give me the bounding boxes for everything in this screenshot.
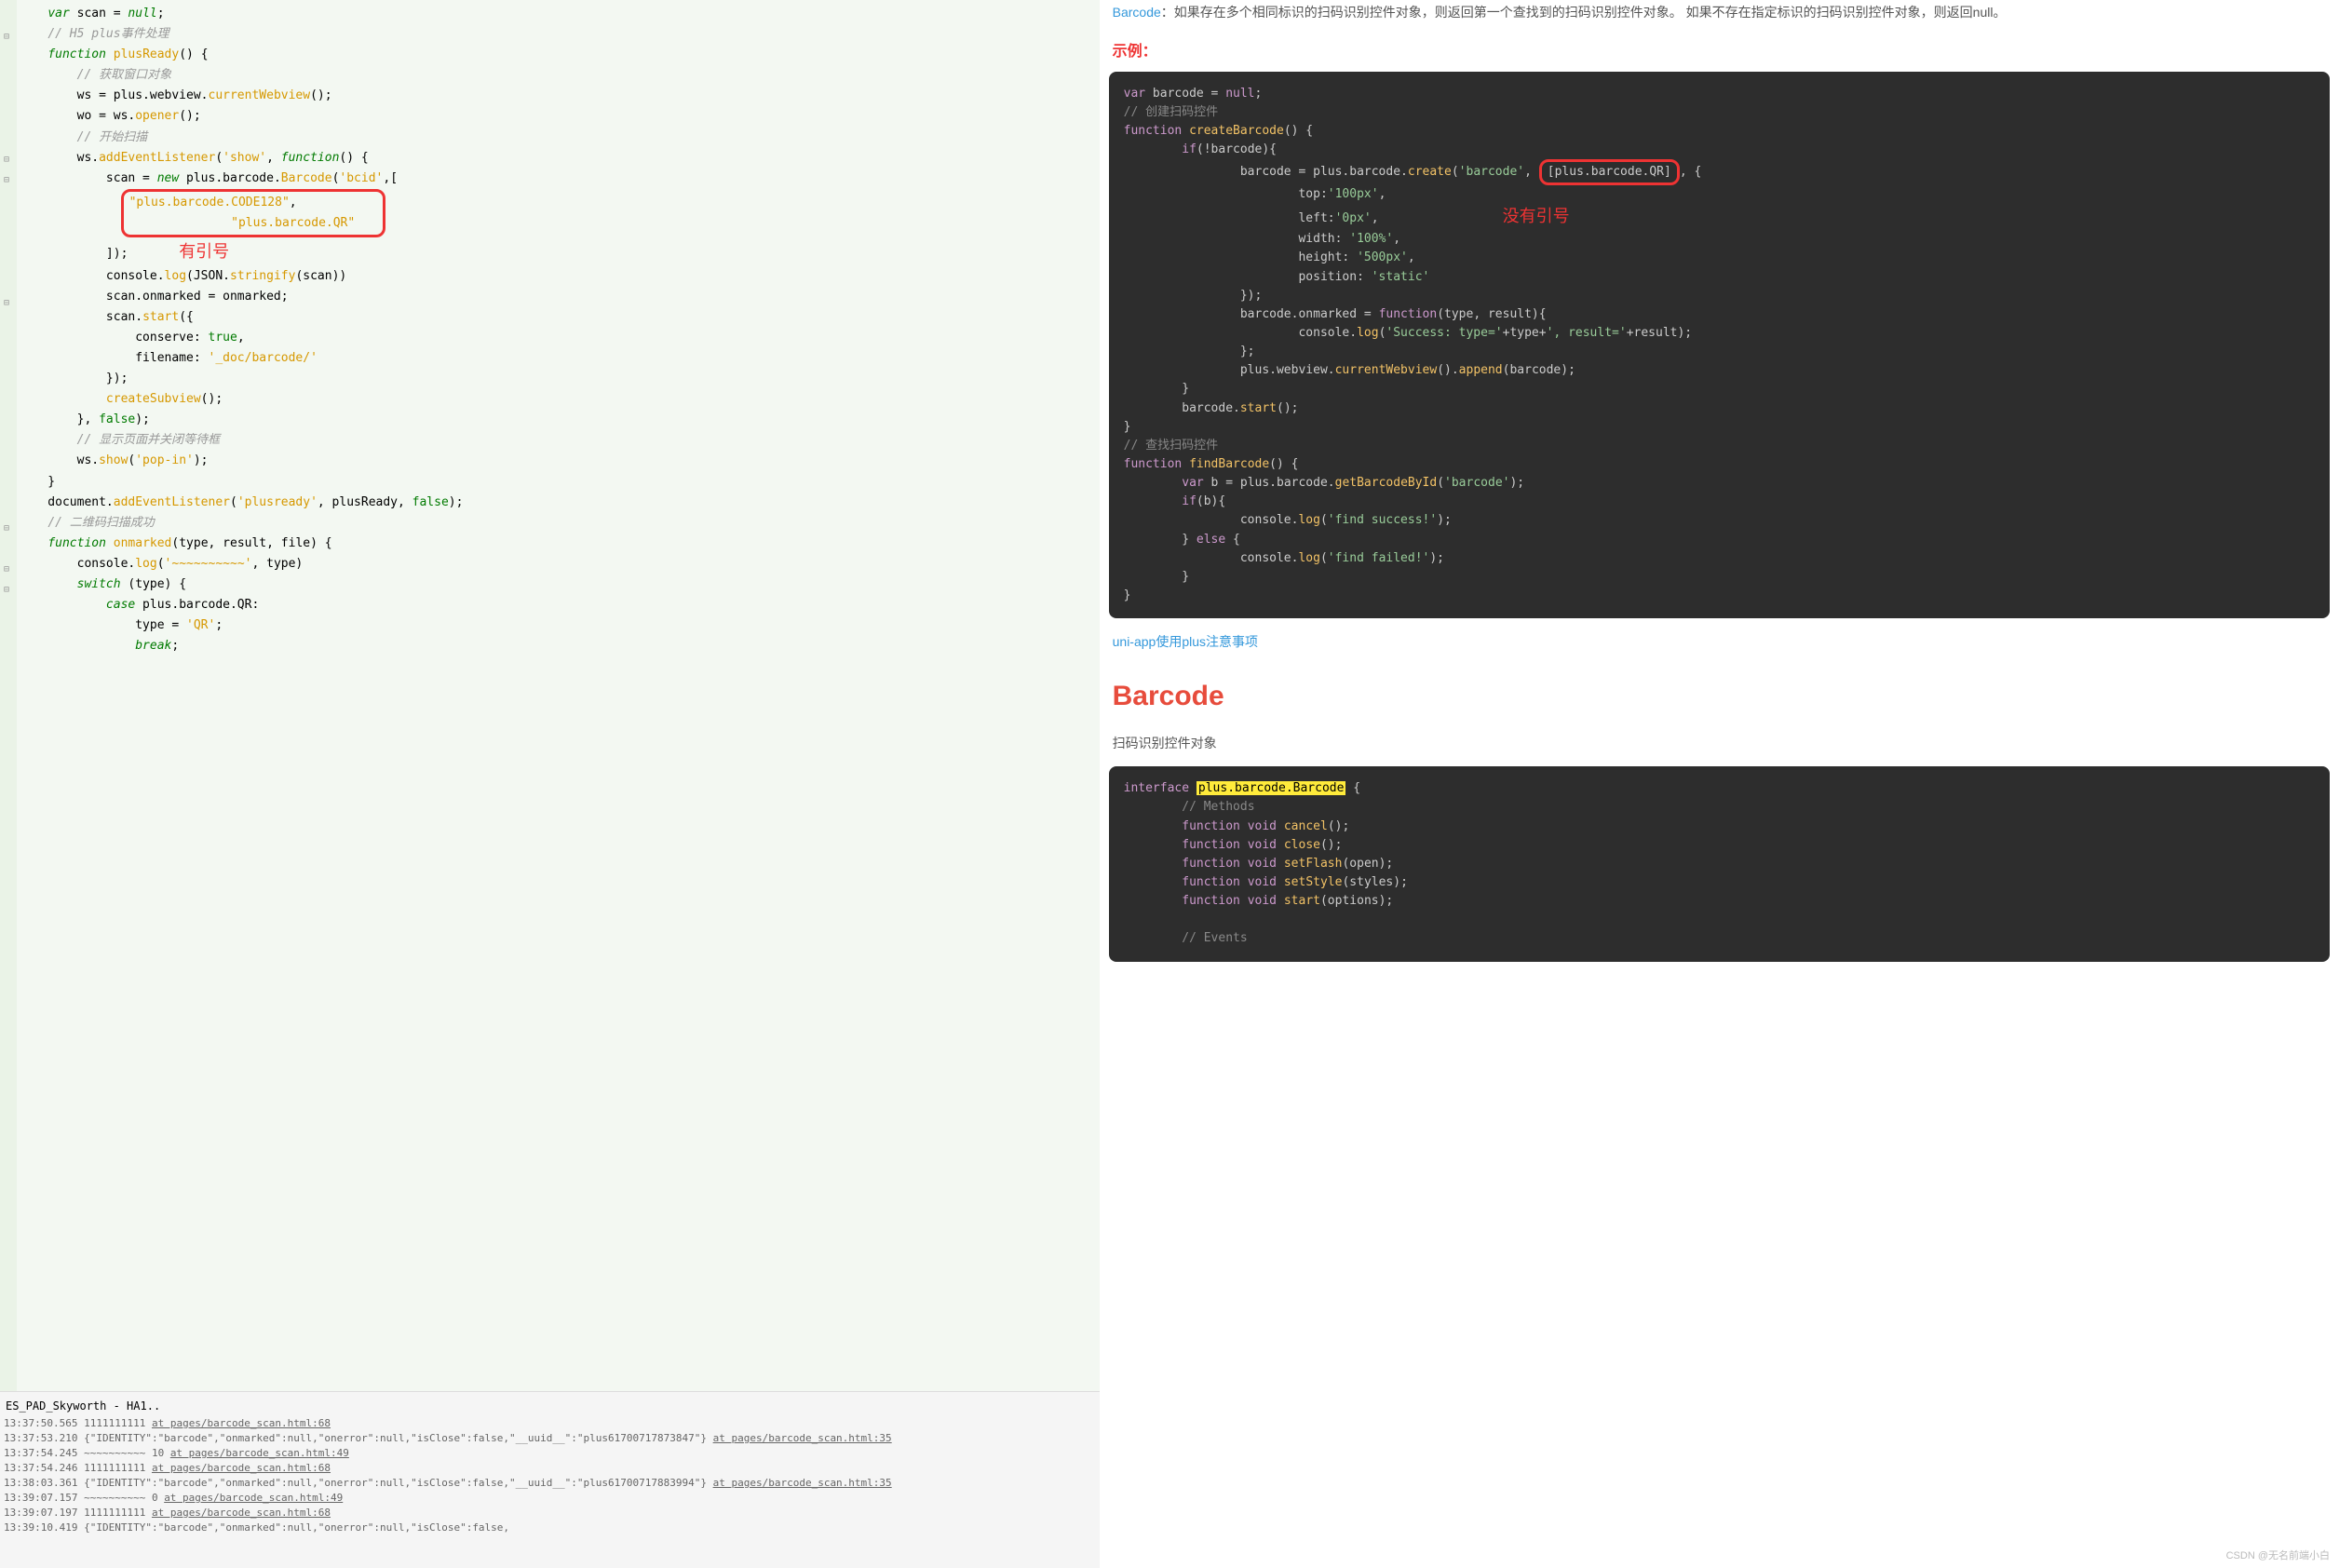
barcode-desc: 扫码识别控件对象	[1109, 731, 2330, 756]
fold-icon[interactable]: ⊟	[4, 523, 9, 534]
console-source-link[interactable]: at pages/barcode_scan.html:49	[164, 1492, 343, 1504]
console-device-title: ES_PAD_Skyworth - HA1..	[4, 1396, 1096, 1416]
console-source-link[interactable]: at pages/barcode_scan.html:68	[152, 1507, 331, 1519]
console-source-link[interactable]: at pages/barcode_scan.html:49	[170, 1447, 349, 1459]
doc-intro: Barcode：如果存在多个相同标识的扫码识别控件对象，则返回第一个查找到的扫码…	[1109, 0, 2330, 25]
fold-icon[interactable]: ⊟	[4, 585, 9, 595]
code-example-2[interactable]: interface plus.barcode.Barcode { // Meth…	[1109, 766, 2330, 961]
code-editor[interactable]: ⊟ ⊟ ⊟ ⊟ ⊟ ⊟ ⊟ var scan = null; // H5 plu…	[0, 0, 1100, 1391]
doc-intro-text: ：如果存在多个相同标识的扫码识别控件对象，则返回第一个查找到的扫码识别控件对象。…	[1161, 5, 2007, 20]
console-panel[interactable]: ES_PAD_Skyworth - HA1.. 13:37:50.565 111…	[0, 1391, 1100, 1568]
left-panel: ⊟ ⊟ ⊟ ⊟ ⊟ ⊟ ⊟ var scan = null; // H5 plu…	[0, 0, 1100, 1568]
barcode-link[interactable]: Barcode	[1113, 5, 1161, 20]
console-line: 13:37:54.246 1111111111 at pages/barcode…	[4, 1461, 1096, 1476]
fold-icon[interactable]: ⊟	[4, 155, 9, 165]
fold-icon[interactable]: ⊟	[4, 298, 9, 308]
uniapp-link[interactable]: uni-app使用plus注意事项	[1113, 634, 1258, 649]
example-heading: 示例：	[1113, 38, 2330, 61]
console-line: 13:37:50.565 1111111111 at pages/barcode…	[4, 1416, 1096, 1431]
console-source-link[interactable]: at pages/barcode_scan.html:35	[713, 1432, 892, 1444]
barcode-heading: Barcode	[1113, 681, 2330, 712]
console-source-link[interactable]: at pages/barcode_scan.html:68	[152, 1462, 331, 1474]
console-line: 13:39:10.419 {"IDENTITY":"barcode","onma…	[4, 1521, 1096, 1535]
console-line: 13:38:03.361 {"IDENTITY":"barcode","onma…	[4, 1476, 1096, 1491]
console-source-link[interactable]: at pages/barcode_scan.html:68	[152, 1417, 331, 1429]
console-line: 13:39:07.197 1111111111 at pages/barcode…	[4, 1506, 1096, 1521]
fold-icon[interactable]: ⊟	[4, 32, 9, 42]
console-line: 13:39:07.157 ~~~~~~~~~~ 0 at pages/barco…	[4, 1491, 1096, 1506]
editor-code[interactable]: var scan = null; // H5 plus事件处理 function…	[19, 4, 1100, 656]
console-source-link[interactable]: at pages/barcode_scan.html:35	[713, 1477, 892, 1489]
fold-icon[interactable]: ⊟	[4, 564, 9, 574]
documentation-panel[interactable]: Barcode：如果存在多个相同标识的扫码识别控件对象，则返回第一个查找到的扫码…	[1100, 0, 2339, 1568]
watermark: CSDN @无名前端小白	[2226, 1548, 2330, 1562]
console-line: 13:37:54.245 ~~~~~~~~~~ 10 at pages/barc…	[4, 1446, 1096, 1461]
fold-icon[interactable]: ⊟	[4, 175, 9, 185]
code-example-1[interactable]: var barcode = null; // 创建扫码控件 function c…	[1109, 72, 2330, 619]
console-line: 13:37:53.210 {"IDENTITY":"barcode","onma…	[4, 1431, 1096, 1446]
editor-gutter: ⊟ ⊟ ⊟ ⊟ ⊟ ⊟ ⊟	[0, 0, 17, 1391]
